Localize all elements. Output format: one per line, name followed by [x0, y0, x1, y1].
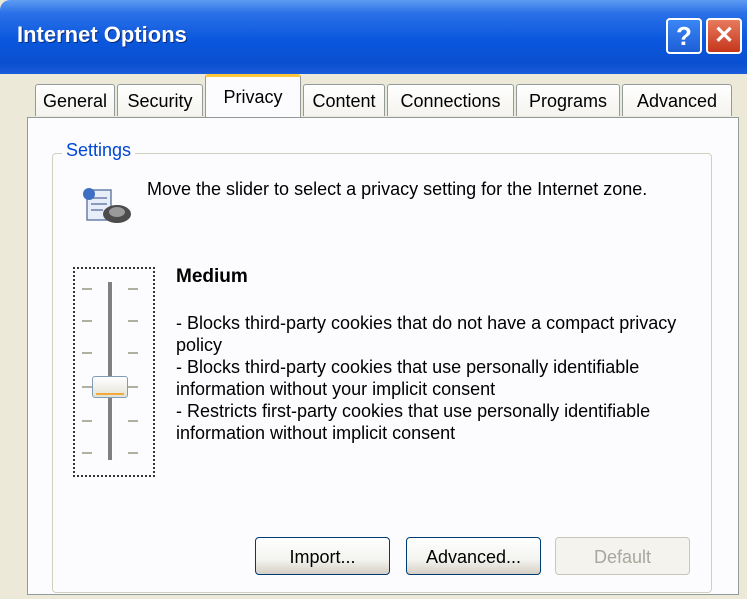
settings-group-label: Settings — [62, 140, 136, 161]
privacy-level-name: Medium — [176, 266, 248, 287]
slider-tick — [82, 320, 92, 322]
advanced-button[interactable]: Advanced... — [406, 537, 541, 575]
window-title: Internet Options — [17, 22, 187, 47]
tab-security[interactable]: Security — [117, 84, 203, 116]
description-line: - Blocks third-party cookies that use pe… — [176, 357, 640, 399]
slider-tick — [82, 288, 92, 290]
help-icon[interactable]: ? — [666, 18, 702, 54]
intro-text: Move the slider to select a privacy sett… — [147, 179, 648, 199]
tab-programs[interactable]: Programs — [516, 84, 620, 116]
slider-tick — [128, 420, 138, 422]
privacy-slider[interactable] — [73, 267, 155, 477]
slider-tick — [82, 386, 92, 388]
slider-thumb[interactable] — [92, 376, 128, 398]
internet-options-window: Internet Options ? ✕ General Security Pr… — [0, 0, 747, 599]
description-line: - Blocks third-party cookies that do not… — [176, 313, 677, 355]
tab-privacy[interactable]: Privacy — [205, 74, 301, 117]
slider-tick — [82, 452, 92, 454]
privacy-level-description: - Blocks third-party cookies that do not… — [176, 312, 696, 444]
slider-tick — [128, 320, 138, 322]
slider-track[interactable] — [108, 282, 113, 460]
tab-bar: General Security Privacy Content Connect… — [0, 74, 747, 118]
import-button[interactable]: Import... — [255, 537, 390, 575]
slider-tick — [128, 452, 138, 454]
slider-tick — [82, 352, 92, 354]
slider-tick — [128, 352, 138, 354]
slider-tick — [128, 386, 138, 388]
description-line: - Restricts first-party cookies that use… — [176, 401, 651, 443]
tab-connections[interactable]: Connections — [387, 84, 514, 116]
privacy-icon — [83, 188, 131, 223]
slider-tick — [128, 288, 138, 290]
slider-tick — [82, 420, 92, 422]
tab-advanced[interactable]: Advanced — [622, 84, 732, 116]
title-bar[interactable]: Internet Options ? ✕ — [0, 0, 747, 74]
tab-general[interactable]: General — [35, 84, 115, 116]
default-button[interactable]: Default — [555, 537, 690, 575]
close-icon[interactable]: ✕ — [706, 18, 742, 54]
tab-content[interactable]: Content — [303, 84, 385, 116]
